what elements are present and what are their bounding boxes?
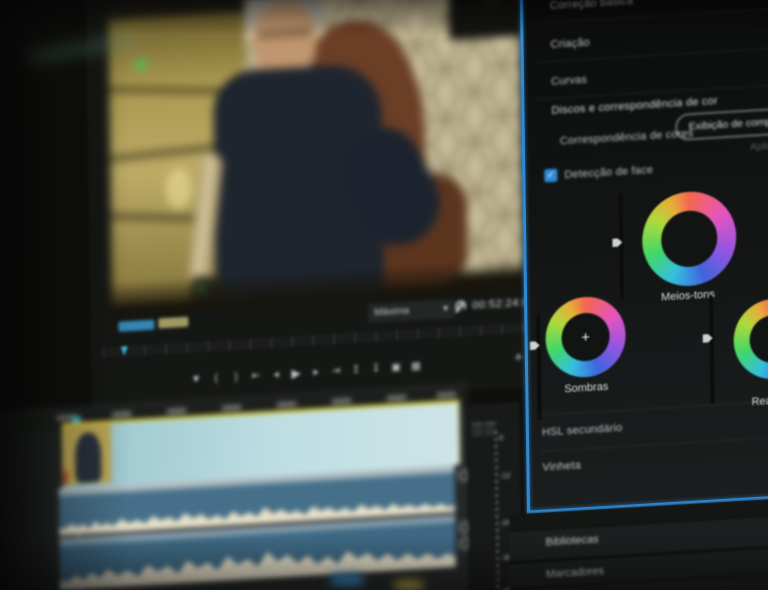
highlights-luma-slider[interactable] xyxy=(709,295,715,404)
ruler-label-blur xyxy=(386,394,407,401)
comparison-view-icon[interactable]: ▦ xyxy=(406,360,426,373)
meter-tick-column xyxy=(494,431,500,590)
wall-picture-frame xyxy=(448,0,524,40)
green-led xyxy=(135,57,148,71)
apply-button-disabled[interactable]: Aplicar xyxy=(750,139,768,153)
libraries-label: Bibliotecas xyxy=(545,533,599,549)
midtones-label: Meios-tons xyxy=(660,288,715,304)
shadows-label: Sombras xyxy=(564,380,609,396)
step-forward-icon[interactable]: ▸ xyxy=(306,365,326,378)
ruler-label-blur xyxy=(276,401,297,408)
export-frame-icon[interactable]: ▣ xyxy=(386,361,406,374)
play-icon[interactable]: ▶ xyxy=(286,366,306,381)
settings-wrench-icon[interactable] xyxy=(452,300,467,315)
premiere-window: Máxima ▾ 00:52:24:03 ▼ { } ⇤ ◂ ▶ ▸ ⇥ ↥ ↧… xyxy=(0,0,768,590)
lumetri-bottom-rows: HSL secundário Vinheta xyxy=(526,382,768,513)
mark-out-icon[interactable]: } xyxy=(226,370,246,383)
thumbnail-figure xyxy=(74,431,102,484)
ruler-label-blur xyxy=(111,411,132,418)
zoom-level-dropdown-blur[interactable] xyxy=(158,316,189,329)
meter-scale-12: -12 xyxy=(499,470,511,481)
color-match-label: Correspondência de cores xyxy=(559,127,694,148)
go-to-in-icon[interactable]: ⇤ xyxy=(246,369,266,382)
add-marker-icon[interactable]: ▼ xyxy=(186,373,206,386)
clip-label-sliver xyxy=(63,470,68,486)
button-editor-plus-icon[interactable]: + xyxy=(514,349,523,367)
lift-icon[interactable]: ↥ xyxy=(346,363,366,376)
shadows-center-plus: + xyxy=(581,328,591,346)
program-monitor-video xyxy=(107,0,524,317)
clip-thumbnail xyxy=(62,423,112,486)
timeline-panel xyxy=(0,383,472,590)
chevron-down-icon: ▾ xyxy=(443,303,449,315)
section-basic-correction[interactable]: Correção básica xyxy=(550,0,633,12)
ruler-label-blur xyxy=(436,391,457,398)
comparison-view-button[interactable]: Exibição de compa xyxy=(675,104,768,141)
meter-bar-left xyxy=(471,422,483,437)
step-back-icon[interactable]: ◂ xyxy=(266,368,286,381)
timeline-scrollbar-blur[interactable] xyxy=(330,574,364,586)
lumetri-top-rows: Correção básica Criação Curvas Discos e … xyxy=(519,0,768,192)
scrubber-playhead[interactable] xyxy=(121,346,128,355)
mark-in-icon[interactable]: { xyxy=(206,371,226,384)
section-vignette[interactable]: Vinheta xyxy=(542,459,581,473)
screen-photo: Máxima ▾ 00:52:24:03 ▼ { } ⇤ ◂ ▶ ▸ ⇥ ↥ ↧… xyxy=(0,0,768,590)
lumetri-color-wheels: Meios-tons + Sombras Realces xyxy=(522,162,768,420)
midtones-luma-slider[interactable] xyxy=(618,193,625,300)
go-to-out-icon[interactable]: ⇥ xyxy=(326,364,346,378)
ruler-label-blur xyxy=(166,407,187,414)
ruler-label-blur xyxy=(221,404,242,411)
lumetri-color-panel: Correção básica Criação Curvas Discos e … xyxy=(519,0,768,514)
meter-scale-0: 0 xyxy=(498,433,504,443)
timeline-workarea-blur xyxy=(394,581,424,590)
current-timecode-blur[interactable] xyxy=(118,319,155,332)
lamp-glow xyxy=(165,167,193,210)
resolution-value: Máxima xyxy=(374,305,410,319)
separator xyxy=(539,396,768,416)
section-curves[interactable]: Curvas xyxy=(551,74,587,88)
video-content xyxy=(107,0,524,317)
section-creative[interactable]: Criação xyxy=(550,37,589,51)
section-hsl-secondary[interactable]: HSL secundário xyxy=(542,422,623,439)
extract-icon[interactable]: ↧ xyxy=(366,362,386,375)
markers-label: Marcadores xyxy=(545,565,605,581)
sparkle xyxy=(489,0,493,4)
ruler-label-blur xyxy=(331,398,352,405)
playback-resolution-dropdown[interactable]: Máxima ▾ xyxy=(368,298,455,323)
